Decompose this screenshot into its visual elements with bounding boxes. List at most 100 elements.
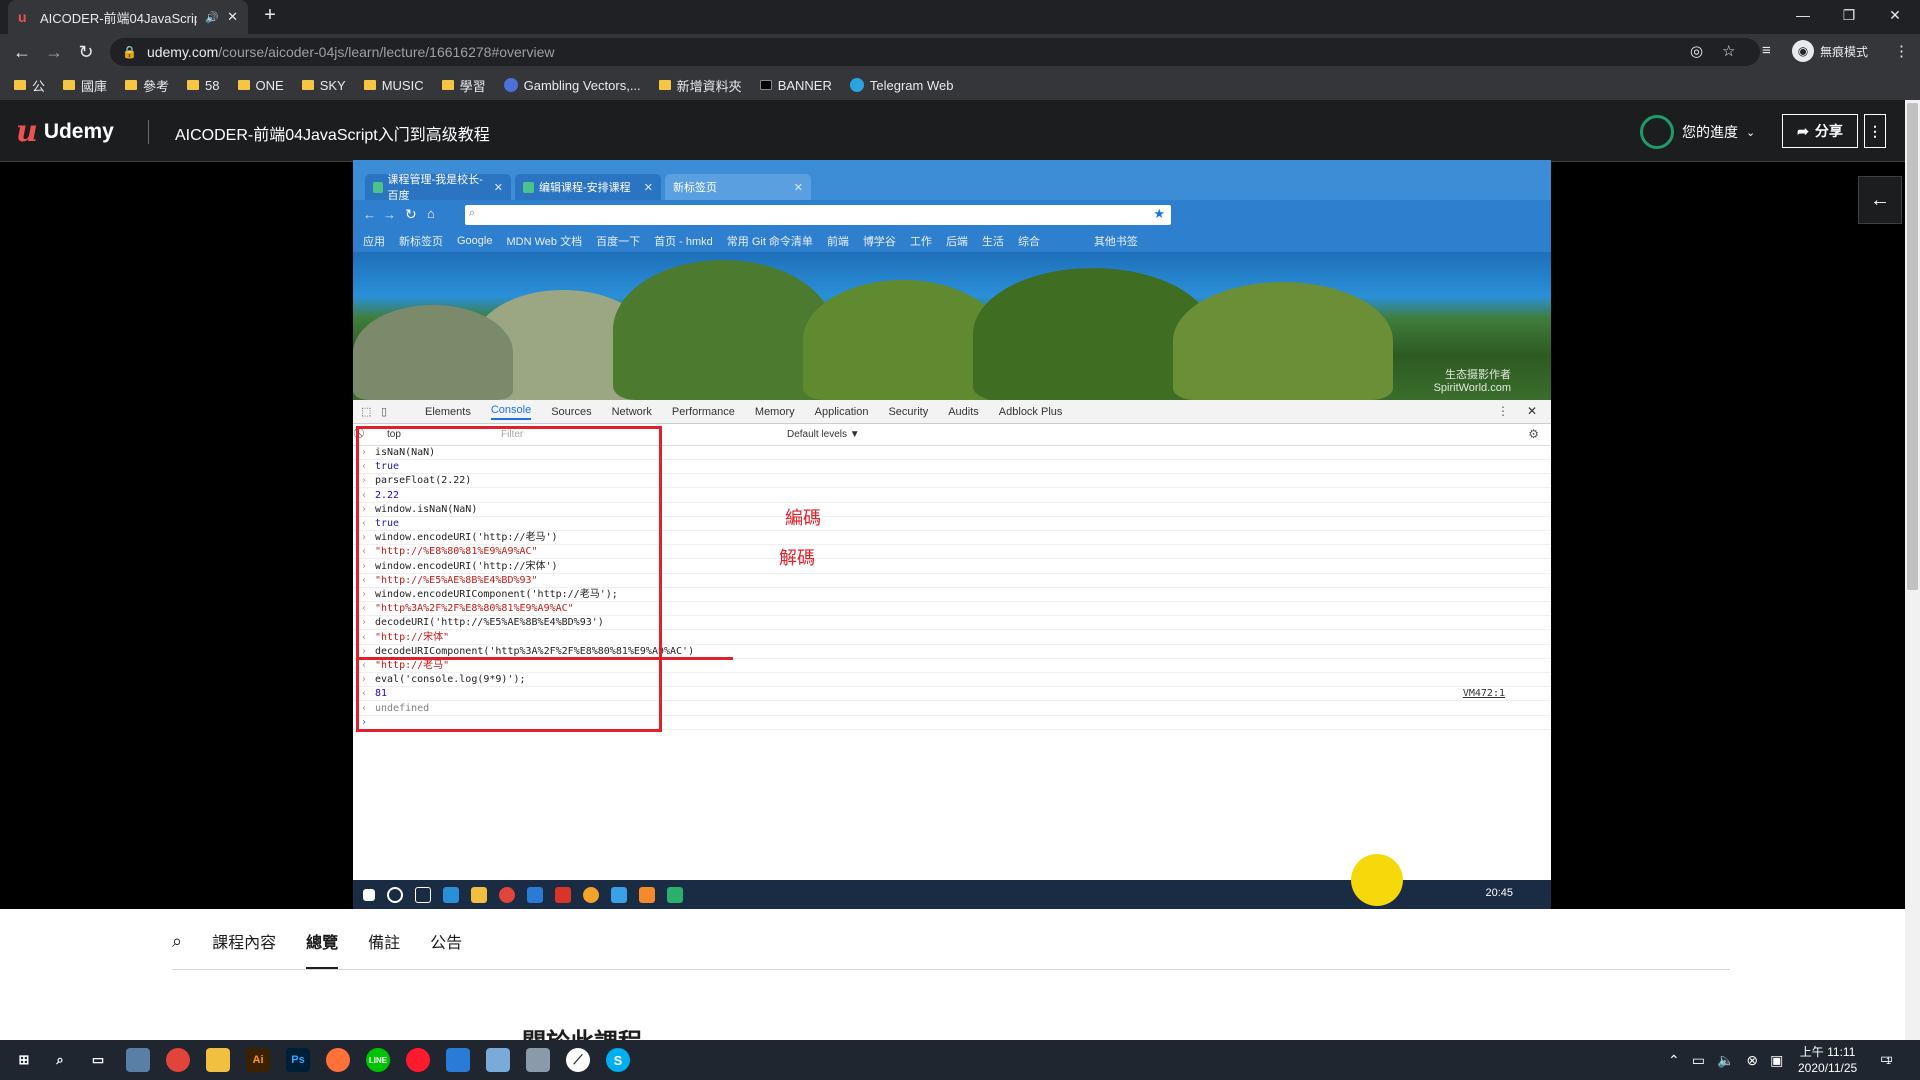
udemy-logo-text: Udemy	[43, 119, 114, 143]
close-window-button[interactable]: ✕	[1872, 0, 1918, 30]
course-tabs-divider	[172, 969, 1730, 970]
page-scrollbar-thumb[interactable]	[1907, 103, 1918, 590]
bookmark-item[interactable]: 58	[187, 78, 220, 93]
inner-bookmark-item: 生活	[981, 236, 1004, 248]
inner-bookmark-item: 工作	[909, 236, 932, 248]
inner-explorer-icon	[471, 886, 487, 903]
bookmark-label: SKY	[319, 77, 346, 93]
bookmark-item[interactable]: BANNER	[759, 78, 832, 93]
inner-tab-label: 新标签页	[673, 182, 717, 194]
progress-dropdown[interactable]: 您的進度 ⌄	[1640, 115, 1755, 149]
bookmark-item[interactable]: 國庫	[63, 76, 107, 95]
menu-icon[interactable]: ⋮	[1894, 42, 1909, 60]
back-icon[interactable]: ←	[10, 40, 34, 64]
course-title[interactable]: AICODER-前端04JavaScript入门到高级教程	[175, 121, 490, 145]
illustrator-icon[interactable]: Ai	[246, 1048, 270, 1072]
inner-forward-icon: →	[383, 207, 396, 222]
bookmark-item[interactable]: ONE	[237, 77, 284, 93]
media-icon[interactable]: ≡	[1762, 42, 1771, 59]
course-tab[interactable]: 課程內容	[212, 929, 276, 953]
file-explorer-icon[interactable]	[206, 1048, 230, 1072]
browser-tab[interactable]: u AICODER-前端04JavaScript 🔊 ✕	[8, 0, 248, 34]
folder-icon	[363, 80, 376, 90]
skype-icon[interactable]: S	[606, 1048, 630, 1072]
url-path: /course/aicoder-04js/learn/lecture/16616…	[218, 44, 555, 60]
bookmark-item[interactable]: 參考	[125, 76, 169, 95]
photoshop-icon[interactable]: Ps	[286, 1048, 310, 1072]
app-icon[interactable]	[126, 1048, 150, 1072]
inner-back-icon: ←	[363, 207, 376, 222]
share-button[interactable]: ➦ 分享	[1782, 114, 1858, 148]
bookmark-item[interactable]: 公	[14, 76, 45, 95]
bookmark-item[interactable]: SKY	[301, 77, 346, 93]
start-icon[interactable]: ⊞	[12, 1048, 36, 1072]
inner-tab: 编辑课程-安排课程 ✕	[515, 174, 661, 200]
share-icon: ➦	[1797, 122, 1809, 139]
share-label: 分享	[1814, 123, 1843, 139]
app-icon[interactable]	[486, 1048, 510, 1072]
bookmark-label: ONE	[255, 77, 284, 93]
taskview-icon[interactable]: ▭	[86, 1048, 110, 1072]
close-tab-icon[interactable]: ✕	[227, 9, 238, 25]
terminal-icon	[759, 80, 772, 90]
bookmark-item[interactable]: Gambling Vectors,...	[503, 78, 641, 93]
address-bar[interactable]: 🔒 udemy.com/course/aicoder-04js/learn/le…	[110, 38, 1760, 66]
course-tab[interactable]: 總覽	[306, 929, 339, 970]
line-icon[interactable]: LINE	[366, 1048, 390, 1072]
inner-tab-active: 新标签页 ✕	[665, 174, 811, 200]
inner-tab-label: 编辑课程-安排课程	[539, 182, 631, 194]
bookmark-item[interactable]: Telegram Web	[849, 78, 953, 93]
folder-icon	[301, 80, 314, 90]
chrome-icon[interactable]	[166, 1048, 190, 1072]
bookmark-label: 公	[32, 78, 46, 94]
chevron-up-icon[interactable]: ⌃	[1668, 1052, 1680, 1069]
restore-button[interactable]: ❐	[1826, 0, 1872, 30]
bookmark-item[interactable]: 學習	[441, 76, 486, 95]
inner-start-icon	[363, 888, 375, 901]
cursor-highlight	[1351, 854, 1403, 906]
notification-icon[interactable]: ▭ 1	[1880, 1050, 1893, 1067]
antivirus-icon[interactable]: ⊗	[1746, 1052, 1758, 1069]
folder-icon	[441, 80, 454, 90]
expand-sidebar-button[interactable]: ←	[1858, 176, 1902, 224]
volume-icon[interactable]: 🔈	[1717, 1052, 1734, 1069]
course-tab[interactable]: 備註	[368, 929, 400, 953]
keyboard-icon[interactable]: ▣	[1770, 1052, 1783, 1069]
incognito-indicator[interactable]: ◉ 無痕模式	[1792, 40, 1868, 62]
vscode-icon[interactable]	[446, 1048, 470, 1072]
bookmark-label: 新增資料夾	[676, 78, 742, 94]
device-toolbar-icon: ▯	[381, 406, 388, 418]
inner-tab-close-icon: ✕	[493, 181, 503, 194]
new-tab-button[interactable]: +	[256, 4, 284, 32]
more-options-button[interactable]: ⋮	[1864, 114, 1886, 148]
opera-icon[interactable]	[406, 1048, 430, 1072]
course-tab[interactable]: 公告	[430, 929, 462, 953]
compass-icon[interactable]: ⟋	[566, 1048, 590, 1072]
forward-icon[interactable]: →	[42, 40, 66, 64]
minimize-button[interactable]: —	[1780, 0, 1826, 30]
firefox-icon[interactable]	[326, 1048, 350, 1072]
taskbar-clock[interactable]: 上午 11:11 2020/11/25	[1798, 1044, 1857, 1076]
search-icon[interactable]: ⌕	[172, 931, 182, 952]
reload-icon[interactable]: ↻	[74, 40, 98, 64]
search-icon[interactable]: ⌕	[48, 1048, 72, 1072]
inner-app-icon	[639, 886, 655, 903]
devtools-tab: Performance	[671, 405, 735, 418]
folder-icon	[63, 80, 76, 90]
inner-search-icon: ⌕	[469, 207, 476, 219]
udemy-logo[interactable]: u Udemy	[16, 114, 114, 149]
speaker-icon[interactable]: 🔊	[205, 11, 219, 24]
console-source-link: VM472:1	[1462, 688, 1505, 700]
inner-bookmark-item: 综合	[1017, 236, 1040, 248]
bookmarks-bar: 公 國庫 參考 58 ONE SKY MUSIC 學習 Gambling Vectors,...…	[0, 70, 1920, 100]
annotation-line	[659, 657, 733, 660]
devtools-tab: Application	[814, 405, 869, 418]
bookmark-item[interactable]: 新增資料夾	[658, 76, 742, 95]
star-icon[interactable]: ☆	[1722, 42, 1735, 60]
calculator-icon[interactable]	[526, 1048, 550, 1072]
udemy-favicon-icon: u	[18, 9, 27, 25]
bookmark-item[interactable]: MUSIC	[363, 77, 424, 93]
eye-off-icon[interactable]: ◎	[1690, 42, 1703, 60]
bookmark-label: MUSIC	[381, 77, 424, 93]
network-icon[interactable]: ▭	[1692, 1052, 1705, 1069]
